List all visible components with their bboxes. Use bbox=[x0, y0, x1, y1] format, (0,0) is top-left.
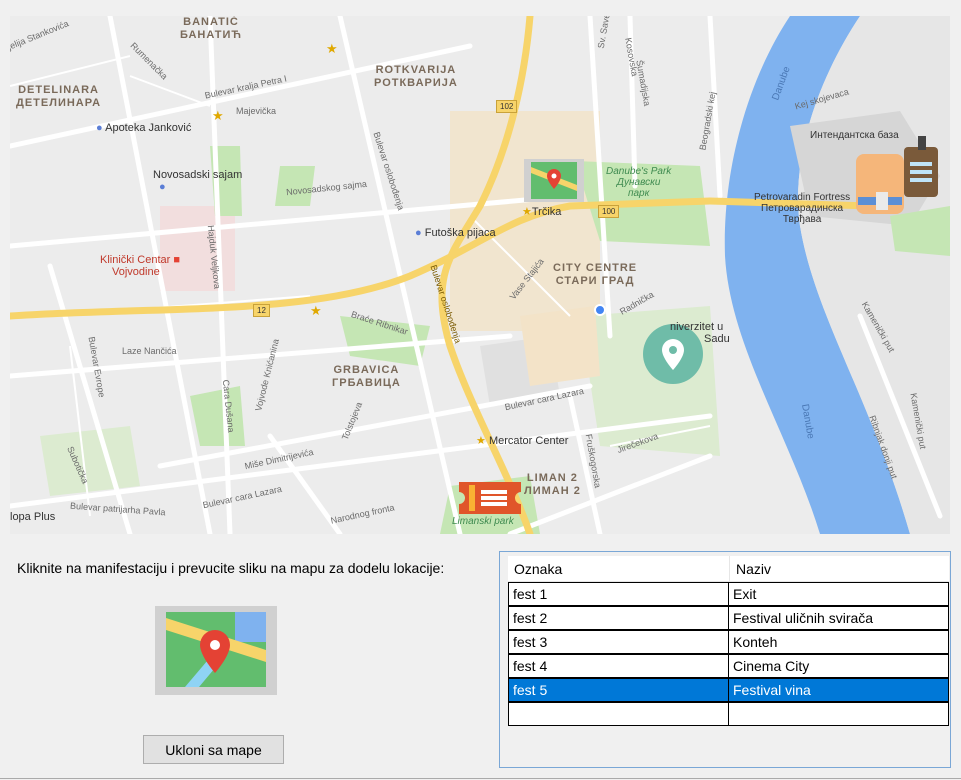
current-location-dot bbox=[594, 304, 606, 316]
poi-univerzitet: niverzitet u Sadu bbox=[670, 321, 730, 345]
map-marker-map-icon bbox=[524, 159, 584, 202]
table-cell-naziv-selected[interactable]: Festival vina bbox=[728, 678, 949, 702]
table-cell-naziv[interactable]: Exit bbox=[728, 582, 949, 606]
road-label: Majevička bbox=[236, 106, 277, 116]
road-shield: 102 bbox=[496, 100, 518, 113]
draggable-map-image[interactable] bbox=[155, 606, 277, 695]
poi-fortress: Petrovaradin Fortress Петроварадинска Тврђ… bbox=[754, 192, 851, 225]
market-icon: ● bbox=[415, 227, 422, 239]
map-marker-ticket bbox=[459, 482, 521, 514]
poi-klinicki: Klinički Centar ■ Vojvodine bbox=[100, 254, 181, 278]
poi-mercator: ★ Mercator Center bbox=[476, 435, 569, 447]
hospital-area bbox=[160, 206, 235, 291]
table-cell-new-row[interactable] bbox=[728, 702, 949, 726]
hospital-icon: ■ bbox=[173, 254, 181, 266]
remove-from-map-button[interactable]: Ukloni sa mape bbox=[143, 735, 284, 764]
road-label: Laze Nančića bbox=[122, 346, 177, 356]
table-cell-oznaka[interactable]: fest 4 bbox=[508, 654, 729, 678]
poi-apoteka: ● Apoteka Janković bbox=[96, 122, 192, 134]
star-icon: ★ bbox=[310, 303, 322, 318]
festival-table[interactable]: Oznaka Naziv fest 1 Exit fest 2 Festival… bbox=[499, 551, 951, 768]
district-label: CITY CENTRE СТАРИ ГРАД bbox=[553, 262, 638, 287]
district-label: BANATIĆ БАНАТИЋ bbox=[180, 16, 243, 41]
table-cell-oznaka[interactable]: fest 2 bbox=[508, 606, 729, 630]
district-label: LIMAN 2 ЛИМАН 2 bbox=[524, 472, 581, 497]
table-cell-oznaka[interactable]: fest 3 bbox=[508, 630, 729, 654]
road-shield: 100 bbox=[598, 205, 620, 218]
star-icon: ★ bbox=[476, 435, 486, 447]
map-view[interactable]: BANATIĆ БАНАТИЋ DETELINARA ДЕТЕЛИНАРА ROTK… bbox=[10, 16, 950, 534]
road-shield: 12 bbox=[253, 304, 270, 317]
column-header-oznaka[interactable]: Oznaka bbox=[508, 556, 730, 582]
poi-intendantska: Интендантска база bbox=[810, 130, 899, 141]
table-cell-new-row[interactable] bbox=[508, 702, 729, 726]
table-cell-oznaka-selected[interactable]: fest 5 bbox=[508, 678, 729, 702]
table-cell-naziv[interactable]: Festival uličnih svirača bbox=[728, 606, 949, 630]
place-icon: ● bbox=[159, 181, 166, 193]
poi-danube-park: Danube's Park Дунавски парк bbox=[606, 166, 672, 199]
map-preview-icon bbox=[155, 606, 277, 695]
star-icon: ★ bbox=[522, 206, 532, 218]
instruction-text: Kliknite na manifestaciju i prevucite sl… bbox=[17, 560, 445, 576]
star-icon: ★ bbox=[326, 41, 338, 56]
table-cell-oznaka[interactable]: fest 1 bbox=[508, 582, 729, 606]
table-cell-naziv[interactable]: Cinema City bbox=[728, 654, 949, 678]
poi-kopa: lopa Plus bbox=[10, 511, 56, 523]
column-header-naziv[interactable]: Naziv bbox=[729, 556, 949, 582]
star-icon: ★ bbox=[212, 108, 224, 123]
table-cell-naziv[interactable]: Konteh bbox=[728, 630, 949, 654]
district-label: DETELINARA ДЕТЕЛИНАРА bbox=[16, 84, 102, 109]
poi-sajam: Novosadski sajam ● bbox=[153, 169, 243, 193]
poi-limanski: Limanski park bbox=[452, 516, 514, 527]
district-label: ROTKVARIJA РОТКВАРИЈА bbox=[374, 64, 458, 89]
poi-futoska: ● Futoška pijaca bbox=[415, 227, 496, 239]
district-label: GRBAVICA ГРБАВИЦА bbox=[332, 364, 401, 389]
window-bottom-border bbox=[0, 778, 961, 779]
poi-trcika: ★Trčika bbox=[522, 206, 562, 218]
pharmacy-icon: ● bbox=[96, 122, 103, 134]
